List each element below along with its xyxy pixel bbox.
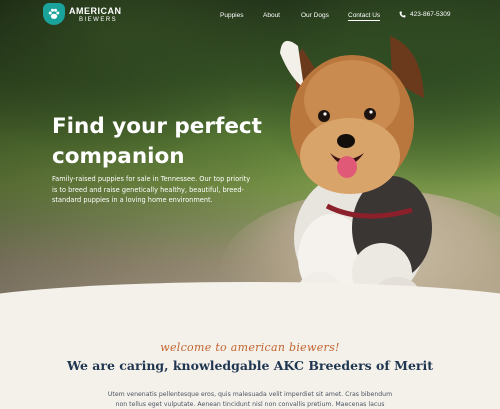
hero-bottom-curve <box>0 282 500 310</box>
brand-logo[interactable]: AMERICAN BIEWERS <box>43 3 123 27</box>
paw-icon <box>43 3 65 25</box>
nav-item-our-dogs[interactable]: Our Dogs <box>301 12 329 19</box>
nav-item-contact-us[interactable]: Contact Us <box>348 12 381 21</box>
welcome-kicker: welcome to american biewers! <box>160 341 340 354</box>
nav-item-puppies[interactable]: Puppies <box>220 12 244 19</box>
hero-subtitle: Family-raised puppies for sale in Tennes… <box>52 175 251 204</box>
brand-name-line2: BIEWERS <box>79 17 118 23</box>
brand-name-line1: AMERICAN <box>69 6 122 16</box>
hero-title-line1: Find your perfect <box>52 114 262 139</box>
phone-icon <box>399 11 406 18</box>
nav-item-about[interactable]: About <box>263 12 280 19</box>
intro-heading: We are caring, knowledgable AKC Breeders… <box>66 358 434 373</box>
site-header: AMERICAN BIEWERS Puppies About Our Dogs … <box>0 0 500 34</box>
dog-photo <box>280 36 432 308</box>
intro-body: Utem venenatis pellentesque eros, quis m… <box>107 391 393 408</box>
phone-link[interactable]: 423-867-5309 <box>399 11 450 18</box>
hero-title-line2: companion <box>52 144 185 169</box>
hero-title: Find your perfect companion <box>52 112 272 172</box>
phone-number: 423-867-5309 <box>410 11 451 18</box>
